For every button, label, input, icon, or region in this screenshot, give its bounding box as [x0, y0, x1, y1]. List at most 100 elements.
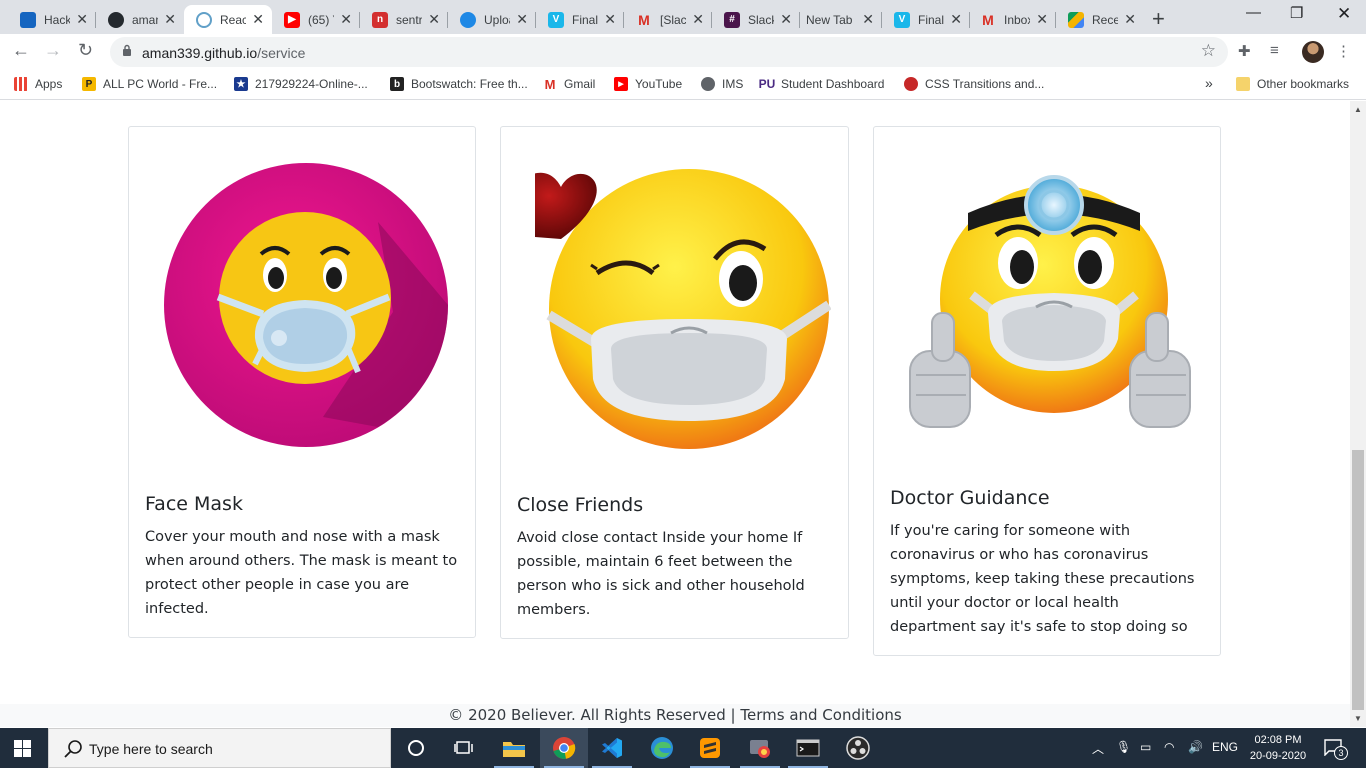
forward-icon[interactable]: → — [44, 40, 62, 61]
microphone-icon[interactable]: 🎙 — [1116, 740, 1131, 754]
tab-slack[interactable]: # Slack ✕ — [712, 5, 800, 34]
tab-sentry[interactable]: n sentry ✕ — [360, 5, 448, 34]
bookmark-youtube[interactable]: ▶ YouTube — [614, 77, 682, 91]
slack-icon: # — [724, 11, 740, 28]
close-tab-icon[interactable]: ✕ — [604, 11, 616, 27]
bookmark-gmail[interactable]: M Gmail — [543, 77, 596, 92]
pu-icon: PU — [758, 77, 776, 91]
input-language[interactable]: ENG — [1212, 740, 1238, 754]
windows-start-icon[interactable] — [14, 740, 31, 757]
profile-avatar[interactable] — [1302, 41, 1324, 63]
tab-strip: HackerRank ✕ aman339 ✕ React App ✕ ▶ (65… — [0, 0, 1366, 34]
bookmark-ims[interactable]: IMS — [701, 77, 743, 91]
close-tab-icon[interactable]: ✕ — [862, 11, 874, 27]
tab-upload[interactable]: Upload ✕ — [448, 5, 536, 34]
extensions-icon[interactable]: ✚ — [1238, 42, 1251, 60]
tab-react-app[interactable]: React App ✕ — [184, 5, 272, 34]
menu-icon[interactable]: ⋮ — [1336, 42, 1351, 60]
close-tab-icon[interactable]: ✕ — [164, 11, 176, 27]
tab-github[interactable]: aman339 ✕ — [96, 5, 184, 34]
vscode-icon[interactable] — [588, 728, 636, 768]
bookmark-label: Gmail — [564, 77, 596, 91]
tab-title: Final — [572, 12, 598, 27]
tab-title: New Tab — [806, 12, 853, 27]
other-bookmarks[interactable]: Other bookmarks — [1236, 77, 1349, 91]
tab-final[interactable]: V Final ✕ — [536, 5, 624, 34]
winking-mask-emoji-image — [535, 169, 831, 449]
new-tab-button[interactable]: + — [1152, 6, 1165, 32]
bookmark-student-dashboard[interactable]: PU Student Dashboard — [758, 77, 885, 91]
bookmark-css-transitions[interactable]: CSS Transitions and... — [904, 77, 1044, 91]
search-icon — [64, 740, 82, 758]
terminal-icon[interactable] — [784, 728, 832, 768]
obs-icon[interactable] — [834, 728, 882, 768]
tab-recent[interactable]: Recent ✕ — [1056, 5, 1144, 34]
bookmark-star-icon[interactable]: ☆ — [1201, 41, 1216, 61]
close-tab-icon[interactable]: ✕ — [428, 11, 440, 27]
tab-final-2[interactable]: V Final ✕ — [882, 5, 970, 34]
tab-title: React App — [220, 12, 246, 27]
close-tab-icon[interactable]: ✕ — [692, 11, 704, 27]
bookmark-bootswatch[interactable]: b Bootswatch: Free th... — [390, 77, 528, 91]
page-footer: © 2020 Believer. All Rights Reserved | T… — [0, 704, 1350, 727]
bookmark-online[interactable]: ★ 217929224-Online-... — [234, 77, 368, 91]
close-tab-icon[interactable]: ✕ — [252, 11, 264, 27]
tab-youtube[interactable]: ▶ (65) YouTube ✕ — [272, 5, 360, 34]
tab-title: Recent — [1092, 12, 1118, 27]
minimize-icon[interactable]: — — [1246, 4, 1261, 21]
bookmark-pcworld[interactable]: P ALL PC World - Fre... — [82, 77, 217, 91]
tab-inbox[interactable]: M Inbox ✕ — [968, 5, 1056, 34]
more-bookmarks-button[interactable]: » — [1205, 75, 1213, 91]
upload-icon — [460, 11, 476, 28]
notification-center-icon[interactable]: 3 — [1324, 738, 1348, 760]
card-title: Close Friends — [517, 494, 644, 516]
bookmark-apps[interactable]: Apps — [14, 77, 62, 91]
cortana-icon[interactable] — [392, 728, 440, 768]
taskbar-clock[interactable]: 02:08 PM 20-09-2020 — [1248, 732, 1308, 764]
url-host: aman339.github.io — [142, 45, 258, 61]
wifi-icon[interactable]: ◠ — [1164, 740, 1174, 754]
page-scrollbar[interactable]: ▲ ▼ — [1350, 101, 1366, 727]
scrollbar-thumb[interactable] — [1352, 450, 1364, 710]
card-text: Avoid close contact Inside your home If … — [517, 530, 805, 618]
show-hidden-icons[interactable]: ︿ — [1092, 740, 1104, 757]
volume-icon[interactable]: 🔊 — [1188, 740, 1203, 754]
restore-icon[interactable]: ❐ — [1290, 4, 1303, 22]
close-tab-icon[interactable]: ✕ — [516, 11, 528, 27]
tab-slack-gmail[interactable]: M [Slack] ✕ — [624, 5, 712, 34]
bookmark-label: Apps — [35, 77, 63, 91]
close-tab-icon[interactable]: ✕ — [950, 11, 962, 27]
close-tab-icon[interactable]: ✕ — [76, 11, 88, 27]
taskbar-search-box[interactable]: Type here to search — [48, 728, 391, 768]
file-explorer-icon[interactable] — [490, 728, 538, 768]
chrome-icon[interactable] — [540, 728, 588, 768]
scroll-down-icon[interactable]: ▼ — [1354, 714, 1362, 723]
bookmark-label: CSS Transitions and... — [925, 77, 1045, 91]
bookmark-label: IMS — [722, 77, 744, 91]
scroll-up-icon[interactable]: ▲ — [1354, 105, 1362, 114]
bookmark-label: Bootswatch: Free th... — [411, 77, 528, 91]
close-tab-icon[interactable]: ✕ — [1036, 11, 1048, 27]
close-tab-icon[interactable]: ✕ — [340, 11, 352, 27]
doctor-emoji-image — [909, 175, 1191, 428]
tab-hackerrank[interactable]: HackerRank ✕ — [8, 5, 96, 34]
close-window-icon[interactable]: ✕ — [1337, 4, 1351, 24]
close-tab-icon[interactable]: ✕ — [1124, 11, 1136, 27]
tab-new-tab[interactable]: New Tab ✕ — [794, 5, 882, 34]
edge-icon[interactable] — [638, 728, 686, 768]
app-launcher-icon[interactable] — [736, 728, 784, 768]
notification-count-badge: 3 — [1334, 746, 1348, 760]
media-control-icon[interactable]: ≡ — [1270, 42, 1279, 59]
service-card-close-friends: Close Friends Avoid close contact Inside… — [500, 126, 849, 639]
battery-icon[interactable]: ▭ — [1140, 740, 1151, 754]
back-icon[interactable]: ← — [12, 40, 30, 61]
sublime-text-icon[interactable] — [686, 728, 734, 768]
tab-title: sentry — [396, 12, 422, 27]
close-tab-icon[interactable]: ✕ — [780, 11, 792, 27]
address-bar[interactable]: aman339.github.io/service ☆ — [110, 37, 1228, 67]
globe-icon — [701, 77, 715, 91]
task-view-icon[interactable] — [440, 728, 488, 768]
reload-icon[interactable]: ↻ — [78, 40, 93, 61]
url-text[interactable]: aman339.github.io/service — [142, 45, 305, 61]
clock-time: 02:08 PM — [1254, 734, 1302, 746]
